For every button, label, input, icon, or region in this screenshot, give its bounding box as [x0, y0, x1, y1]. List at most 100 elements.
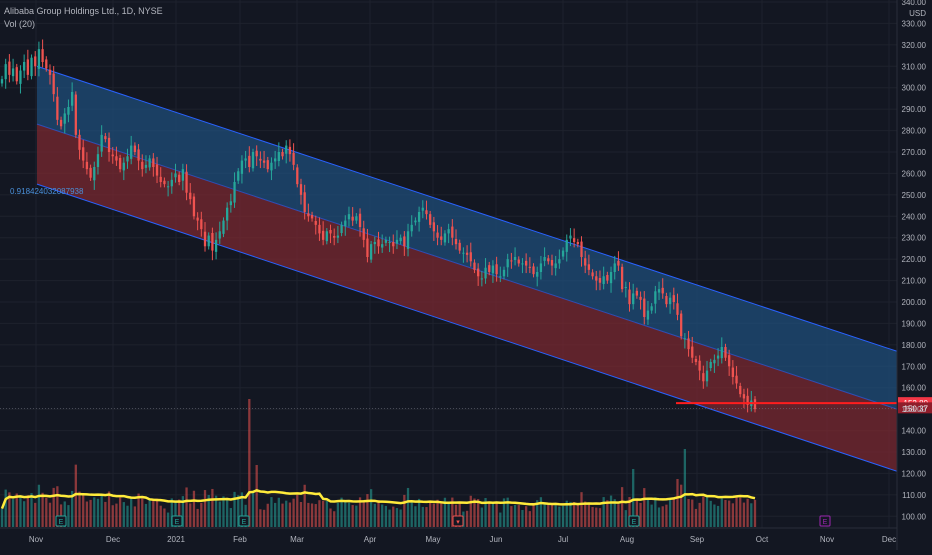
candle-body — [336, 235, 340, 238]
volume-bar — [639, 502, 642, 527]
volume-bar — [713, 504, 716, 527]
volume-bar — [646, 498, 650, 527]
candle-body — [465, 252, 469, 255]
volume-bar — [465, 510, 469, 527]
volume-bar — [683, 449, 687, 527]
x-tick-label: Feb — [233, 535, 247, 544]
candle-body — [218, 231, 221, 239]
volume-bar — [292, 498, 295, 527]
volume-bar — [702, 496, 705, 527]
candle-body — [532, 266, 535, 275]
candle-body — [506, 259, 509, 268]
x-tick-label: Nov — [29, 535, 43, 544]
candle-body — [11, 68, 15, 77]
candle-body — [447, 229, 450, 234]
candle-body — [473, 262, 476, 270]
x-tick-label: Jul — [558, 535, 568, 544]
candle-body — [595, 276, 598, 281]
candle-body — [628, 289, 631, 305]
volume-bar — [532, 505, 535, 527]
y-tick-label: 270.00 — [902, 148, 927, 157]
y-tick-label: 120.00 — [902, 469, 927, 478]
candle-body — [122, 162, 125, 171]
candle-body — [676, 303, 679, 315]
candle-body — [728, 355, 731, 367]
candle-body — [429, 214, 432, 225]
candle-body — [296, 167, 299, 185]
candle-body — [484, 267, 487, 279]
candle-body — [78, 134, 81, 150]
y-tick-label: 260.00 — [902, 169, 927, 178]
volume-bar — [126, 505, 129, 527]
candle-body — [454, 239, 458, 245]
candle-body — [510, 260, 513, 262]
volume-bar — [362, 500, 365, 527]
volume-bar — [218, 501, 221, 527]
candle-body — [26, 59, 29, 75]
candle-body — [23, 62, 26, 71]
candle-body — [148, 158, 151, 168]
volume-bar — [11, 499, 15, 527]
candle-body — [96, 154, 100, 167]
x-tick-label: Aug — [620, 535, 634, 544]
candle-body — [244, 158, 247, 161]
volume-bar — [229, 508, 232, 527]
volume-bar — [19, 495, 22, 527]
volume-bar — [561, 505, 565, 527]
y-tick-label: 330.00 — [902, 19, 927, 28]
candle-body — [406, 231, 410, 249]
volume-bar — [609, 495, 613, 527]
candle-body — [192, 196, 196, 217]
candle-body — [126, 156, 129, 162]
candle-body — [753, 399, 757, 410]
candle-body — [277, 152, 280, 161]
candle-body — [702, 373, 705, 382]
volume-bar — [373, 503, 376, 527]
x-tick-label: 2021 — [167, 535, 185, 544]
candle-body — [705, 370, 709, 382]
y-tick-label: 190.00 — [902, 319, 927, 328]
candle-body — [543, 257, 546, 261]
volume-bar — [211, 488, 214, 527]
volume-bar — [111, 505, 114, 527]
symbol-title[interactable]: Alibaba Group Holdings Ltd., 1D, NYSE — [4, 5, 163, 18]
candle-body — [111, 154, 114, 157]
y-tick-label: 180.00 — [902, 341, 927, 350]
lower-channel-band — [37, 124, 897, 472]
volume-indicator-label[interactable]: Vol (20) — [4, 18, 163, 31]
volume-bar — [37, 484, 41, 527]
volume-bar — [624, 510, 627, 527]
candle-body — [687, 338, 690, 350]
candle-body — [403, 236, 406, 247]
candle-body — [392, 242, 395, 247]
volume-bar — [720, 498, 723, 527]
volume-bar — [513, 504, 517, 527]
candle-body — [203, 231, 207, 247]
volume-bar — [691, 499, 694, 527]
candle-body — [469, 252, 472, 262]
volume-bar — [417, 498, 421, 527]
x-tick-label: Oct — [756, 535, 769, 544]
volume-bar — [436, 499, 439, 527]
x-tick-label: Sep — [690, 535, 705, 544]
candle-body — [425, 210, 428, 215]
y-tick-label: 160.00 — [902, 384, 927, 393]
volume-bar — [307, 502, 310, 527]
volume-bar — [23, 501, 26, 527]
volume-bar — [661, 506, 664, 527]
candle-body — [528, 266, 531, 268]
volume-bar — [728, 500, 731, 527]
volume-bar — [366, 494, 369, 527]
volume-bar — [665, 504, 668, 527]
volume-bar — [333, 511, 336, 527]
volume-bar — [580, 492, 583, 527]
y-tick-label: 170.00 — [902, 362, 927, 371]
candle-body — [654, 291, 657, 304]
volume-bar — [4, 489, 7, 527]
volume-bar — [196, 508, 199, 527]
volume-bar — [89, 499, 92, 527]
candle-body — [299, 184, 303, 195]
candle-body — [181, 169, 185, 181]
candle-body — [310, 215, 314, 219]
volume-bar — [406, 487, 410, 527]
